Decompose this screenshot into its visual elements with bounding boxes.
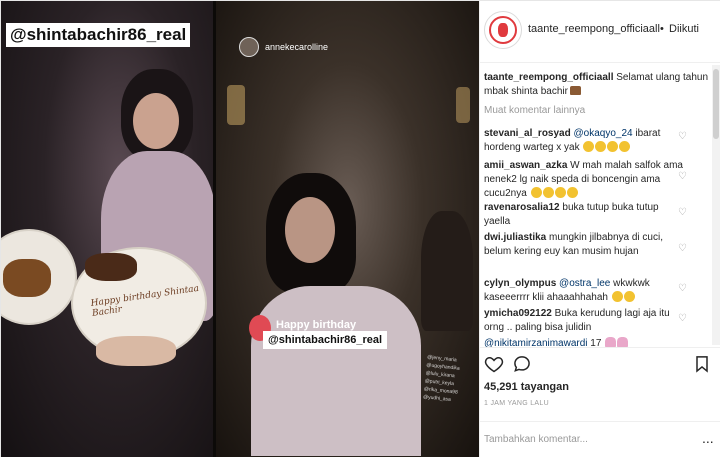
woman-face — [133, 93, 179, 149]
comment-row: ymicha092122 Buka kerudung lagi aja itu … — [484, 307, 684, 335]
instagram-post: Happy birthday Shintaa Bachir @shintabac… — [0, 0, 720, 457]
laughing-emoji-icon — [595, 141, 607, 152]
story-text-birthday: Happy birthday — [276, 319, 357, 331]
comment-row: ravenarosalia12 buka tutup buka tutup ya… — [484, 201, 684, 229]
post-media[interactable]: Happy birthday Shintaa Bachir @shintabac… — [1, 1, 479, 457]
dessert — [3, 259, 51, 297]
comment-row: amii_aswan_azka W mah malah salfok ama n… — [484, 159, 684, 201]
laughing-emoji-icon — [530, 187, 542, 198]
comment-mention[interactable]: @nikitamirzanimawardi — [484, 338, 588, 347]
header-username[interactable]: taante_reempong_officiaall — [528, 23, 660, 35]
laughing-emoji-icon — [566, 187, 578, 198]
comment-username[interactable]: ravenarosalia12 — [484, 202, 560, 213]
view-count[interactable]: 45,291 tayangan — [484, 381, 569, 393]
mention-overlay: @shintabachir86_real — [6, 23, 191, 47]
woman-dress — [251, 286, 421, 456]
like-comment-heart-icon[interactable]: ♡ — [678, 283, 690, 295]
grin-emoji-icon — [611, 291, 623, 302]
caption-username[interactable]: taante_reempong_officiaall — [484, 72, 613, 83]
story-avatar — [239, 37, 259, 57]
load-more-comments[interactable]: Muat komentar lainnya — [484, 105, 585, 116]
comment-mention[interactable]: @ostra_lee — [559, 278, 610, 289]
background-guest — [421, 211, 473, 331]
comment-mention[interactable]: @okaqyo_24 — [574, 128, 633, 139]
wall-lamp — [456, 87, 470, 123]
follow-status-button[interactable]: Diikuti — [669, 23, 699, 35]
comment-bubble-icon[interactable] — [512, 354, 532, 374]
heart-outline-icon[interactable] — [484, 354, 504, 374]
comment-row: dwi.juliastika mungkin jilbabnya di cuci… — [484, 231, 684, 259]
laughing-emoji-icon — [619, 141, 631, 152]
comment-username[interactable]: cylyn_olympus — [484, 278, 556, 289]
grin-emoji-icon — [623, 291, 635, 302]
dancer-emoji-icon — [605, 337, 617, 347]
bookmark-icon[interactable] — [692, 354, 712, 374]
comments-list: taante_reempong_officiaall Selamat ulang… — [480, 63, 720, 347]
comment-row: cylyn_olympus @ostra_lee wkwkwk kaseeerr… — [484, 277, 684, 305]
like-comment-heart-icon[interactable]: ♡ — [678, 131, 690, 143]
plate-writing: Happy birthday Shintaa Bachir — [90, 283, 200, 319]
action-bar — [480, 347, 720, 377]
comment-row: stevani_al_rosyad @okaqyo_24 ibarat hord… — [484, 127, 684, 155]
story-mentions: @jeny_maria @ugoyhandika @lulu_kirana @p… — [422, 354, 460, 403]
avatar[interactable] — [484, 11, 522, 49]
post-timestamp[interactable]: 1 JAM YANG LALU — [484, 400, 549, 407]
add-comment-input[interactable]: Tambahkan komentar... — [484, 434, 588, 445]
laughing-emoji-icon — [607, 141, 619, 152]
comments-scrollbar[interactable] — [712, 65, 720, 345]
comment-text: 17 — [587, 338, 602, 347]
like-comment-heart-icon[interactable]: ♡ — [678, 171, 690, 183]
scrollbar-thumb[interactable] — [713, 69, 719, 139]
comment-username[interactable]: stevani_al_rosyad — [484, 128, 571, 139]
post-header: taante_reempong_officiaall • Diikuti — [480, 1, 720, 63]
woman-face — [285, 197, 335, 263]
like-comment-heart-icon[interactable]: ♡ — [678, 243, 690, 255]
account-logo-icon — [489, 16, 517, 44]
post-caption: taante_reempong_officiaall Selamat ulang… — [484, 71, 712, 99]
hand — [96, 336, 176, 366]
comment-username[interactable]: amii_aswan_azka — [484, 160, 567, 171]
story-username: annekecarolline — [265, 42, 329, 52]
like-comment-heart-icon[interactable]: ♡ — [678, 313, 690, 325]
laughing-emoji-icon — [554, 187, 566, 198]
add-comment-bar: Tambahkan komentar... ... — [480, 421, 720, 457]
more-options-icon[interactable]: ... — [702, 430, 714, 446]
comment-username[interactable]: dwi.juliastika — [484, 232, 546, 243]
laughing-emoji-icon — [542, 187, 554, 198]
dancer-emoji-icon — [617, 337, 629, 347]
cake-slice — [85, 253, 137, 281]
post-sidebar: taante_reempong_officiaall • Diikuti taa… — [479, 1, 720, 457]
laughing-emoji-icon — [583, 141, 595, 152]
like-comment-heart-icon[interactable]: ♡ — [678, 207, 690, 219]
comment-row: @nikitamirzanimawardi 17 — [484, 337, 684, 347]
story-mention-tag: @shintabachir86_real — [263, 331, 388, 349]
wall-lamp — [227, 85, 245, 125]
separator-dot: • — [660, 23, 664, 35]
cake-emoji-icon — [569, 86, 581, 95]
comment-username[interactable]: ymicha092122 — [484, 308, 552, 319]
